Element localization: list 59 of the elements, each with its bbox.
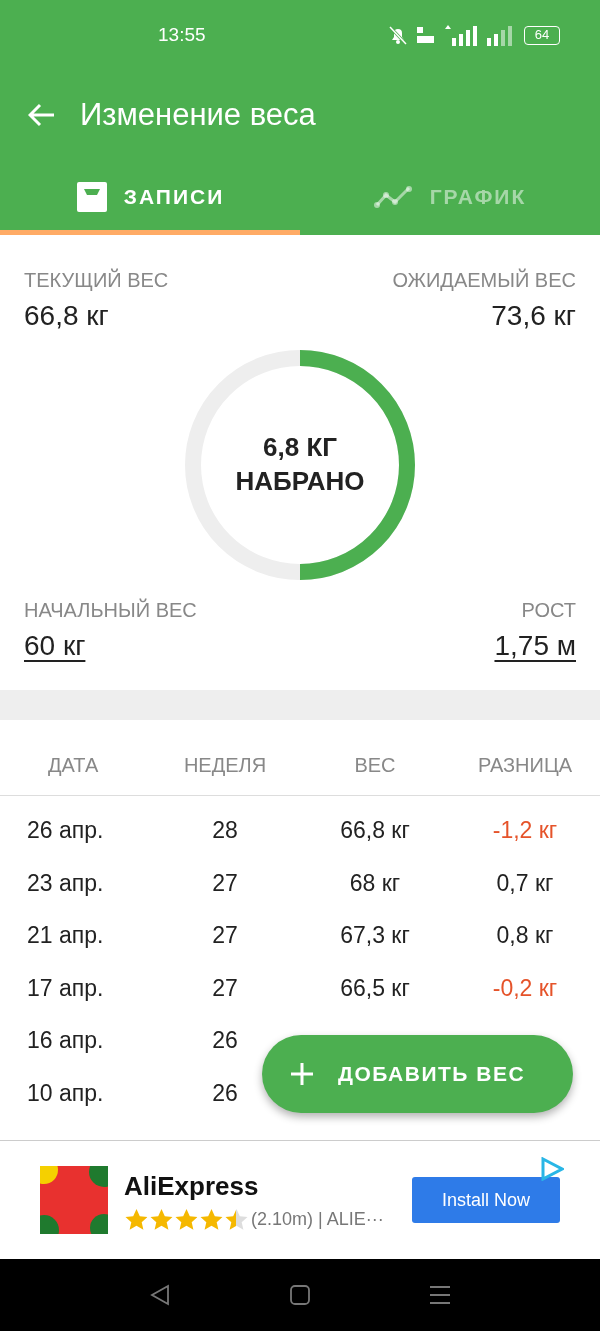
- stat-label: РОСТ: [521, 598, 576, 623]
- table-cell-text: 26 апр.: [26, 816, 105, 845]
- back-arrow-icon[interactable]: [28, 103, 56, 127]
- stat-value[interactable]: 60 кг: [24, 625, 197, 667]
- table-cell-text: 27: [211, 868, 239, 898]
- table-cell-text: 26: [211, 1026, 239, 1055]
- ring-caption: НАБРАНО: [235, 465, 365, 498]
- column-header: ВЕС: [353, 753, 397, 778]
- back-icon[interactable]: [149, 1284, 171, 1306]
- table-cell-text: 66,8 кг: [339, 816, 411, 845]
- star-icon: [199, 1207, 224, 1232]
- star-icon: [174, 1207, 199, 1232]
- table-cell-text: 27: [211, 921, 239, 950]
- table-cell-text: 16 апр.: [26, 1026, 105, 1055]
- clock-time: 13:55: [158, 22, 206, 47]
- stat-label: ТЕКУЩИЙ ВЕС: [24, 267, 169, 293]
- column-header: НЕДЕЛЯ: [182, 753, 268, 778]
- table-cell-text: 28: [211, 816, 239, 845]
- line-chart-icon: [373, 185, 414, 209]
- ring-value: 6,8 КГ: [263, 431, 337, 465]
- app-logo-icon: [40, 1166, 108, 1234]
- table-cell-text: 10 апр.: [26, 1078, 105, 1108]
- scale-icon: [75, 181, 108, 213]
- table-cell-text: 27: [211, 973, 239, 1003]
- table-cell-text: -1,2 кг: [491, 816, 559, 845]
- install-button[interactable]: Install Now: [412, 1177, 560, 1223]
- stat-label: НАЧАЛЬНЫЙ ВЕС: [24, 597, 197, 623]
- stat-value[interactable]: 1,75 м: [494, 625, 576, 667]
- signal-icon: [444, 24, 478, 46]
- column-header: ДАТА: [47, 753, 100, 778]
- ad-choices-icon[interactable]: [540, 1157, 564, 1181]
- table-cell-text: 68 кг: [348, 868, 402, 898]
- bell-off-icon: [388, 25, 408, 45]
- table-cell-text: 0,8 кг: [495, 921, 555, 950]
- stat-value: 73,6 кг: [491, 299, 576, 333]
- table-cell-text: 67,3 кг: [339, 921, 411, 950]
- table-cell-text: 21 апр.: [26, 921, 105, 950]
- menu-icon[interactable]: [429, 1284, 451, 1306]
- table-cell-text: 66,5 кг: [339, 973, 411, 1003]
- stat-label: ОЖИДАЕМЫЙ ВЕС: [392, 267, 576, 293]
- table-cell-text: 23 апр.: [26, 868, 105, 898]
- screen-title: Изменение веса: [80, 95, 316, 134]
- ad-title: AliExpress: [124, 1170, 260, 1203]
- signal-icon: [486, 24, 512, 46]
- plus-icon: [290, 1062, 314, 1086]
- ad-meta: (2.10m) | ALIE···: [251, 1208, 384, 1231]
- table-cell-text: 26: [211, 1078, 239, 1108]
- star-icon: [224, 1207, 249, 1232]
- column-header: РАЗНИЦА: [476, 753, 574, 778]
- star-icon: [124, 1207, 149, 1232]
- stat-value: 66,8 кг: [24, 299, 110, 333]
- add-weight-button[interactable]: ДОБАВИТЬ ВЕС: [262, 1035, 573, 1113]
- tab[interactable]: ЗАПИСИ: [0, 160, 300, 235]
- home-icon[interactable]: [289, 1284, 311, 1306]
- table-cell-text: 17 апр.: [26, 973, 105, 1003]
- table-cell-text: 0,7 кг: [495, 868, 555, 898]
- table-cell-text: -0,2 кг: [491, 973, 559, 1003]
- battery-indicator: 64: [524, 25, 560, 45]
- star-icon: [149, 1207, 174, 1232]
